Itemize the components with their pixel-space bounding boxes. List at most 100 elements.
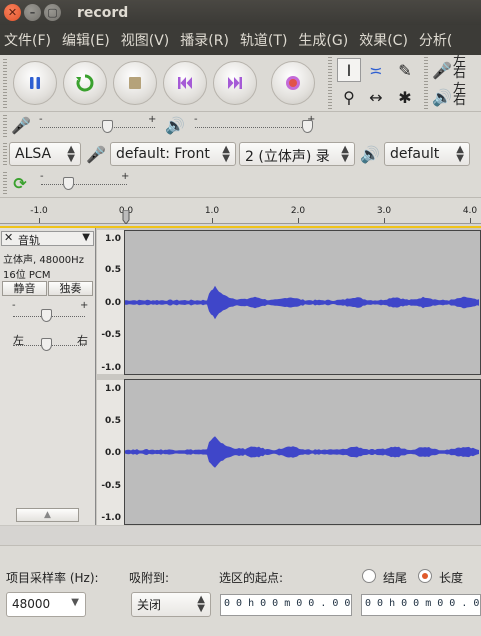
selection-start-time[interactable]: 0 0 h 0 0 m 0 0 . 0 0 0 s	[220, 594, 352, 616]
skip-to-start-button[interactable]	[163, 61, 207, 105]
ruler-tick	[212, 218, 213, 223]
recording-channels-value: 2 (立体声) 录	[245, 149, 330, 165]
track-name-menu[interactable]: 音轨	[18, 232, 40, 248]
record-button[interactable]	[271, 61, 315, 105]
slider-plus: +	[148, 114, 157, 125]
chevron-updown-icon: ▲ ▼	[222, 144, 230, 164]
vertical-scale-upper[interactable]: 1.0 0.5 0.0 -0.5 -1.0	[97, 230, 124, 374]
track-close-button[interactable]: ✕	[4, 231, 13, 244]
scale-label: -0.5	[101, 481, 121, 491]
time-shift-tool-icon[interactable]: ↔	[364, 85, 388, 109]
recording-channels-select[interactable]: 2 (立体声) 录 ▲ ▼	[239, 142, 355, 166]
ruler-tick	[298, 218, 299, 223]
end-radio-label: 结尾	[383, 571, 408, 585]
gain-slider[interactable]	[41, 309, 52, 322]
loop-play-button[interactable]	[63, 61, 107, 105]
menu-effect[interactable]: 效果(C)	[355, 30, 415, 50]
end-radio[interactable]	[362, 569, 376, 583]
menu-view[interactable]: 视图(V)	[117, 30, 177, 50]
snap-to-label: 吸附到:	[129, 571, 170, 585]
skip-end-icon	[228, 77, 242, 89]
transport-toolbar: I ≍ ✎ ⚲ ↔ ✱ 🎤 左 右 🔊 左 右	[0, 55, 481, 112]
length-radio-label: 长度	[439, 571, 464, 585]
toolbar-grip[interactable]	[3, 143, 7, 165]
device-toolbar: ALSA ▲ ▼ 🎤 default: Front ▲ ▼ 2 (立体声) 录 ▲ ▼…	[0, 139, 481, 169]
pause-button[interactable]	[13, 61, 57, 105]
project-rate-select[interactable]: 48000 ▼	[6, 592, 86, 617]
track-format-info: 立体声, 48000Hz	[3, 255, 84, 266]
record-icon	[286, 76, 300, 90]
ruler-tick-label: 1.0	[204, 206, 220, 216]
slider-minus: -	[12, 300, 16, 311]
recording-device-value: default: Front	[116, 146, 210, 162]
play-head-icon[interactable]	[121, 210, 133, 224]
slider-minus: -	[39, 114, 43, 125]
playback-device-select[interactable]: default ▲ ▼	[384, 142, 470, 166]
length-radio[interactable]	[418, 569, 432, 583]
selection-tool-icon[interactable]: I	[337, 58, 361, 82]
playback-device-value: default	[390, 146, 440, 162]
slider-plus: +	[121, 171, 130, 182]
output-volume-slider[interactable]	[302, 120, 313, 133]
recording-device-mic-icon: 🎤	[86, 144, 106, 164]
stop-button[interactable]	[113, 61, 157, 105]
timeline-ruler[interactable]: -1.0 0.0 1.0 2.0 3.0 4.0	[0, 198, 481, 224]
envelope-tool-icon[interactable]: ≍	[364, 58, 388, 82]
draw-tool-icon[interactable]: ✎	[393, 58, 417, 82]
toolbar-grip[interactable]	[424, 57, 428, 111]
scale-label: 1.0	[105, 234, 121, 244]
toolbar-grip[interactable]	[3, 115, 7, 137]
window-title: record	[77, 4, 129, 21]
ruler-tick	[384, 218, 385, 223]
playback-device-speaker-icon: 🔊	[360, 144, 380, 164]
menu-transport[interactable]: 播录(R)	[176, 30, 236, 50]
pause-icon	[30, 77, 40, 89]
play-meter-label: 左 右	[453, 82, 467, 108]
menu-analyze[interactable]: 分析(	[415, 30, 459, 50]
output-volume-speaker-icon: 🔊	[165, 115, 185, 135]
skip-to-end-button[interactable]	[213, 61, 257, 105]
play-meter-speaker-icon[interactable]: 🔊	[430, 85, 454, 109]
pan-slider[interactable]	[41, 338, 52, 351]
ruler-tick-label: 4.0	[462, 206, 478, 216]
solo-button[interactable]: 独奏	[48, 281, 93, 296]
project-rate-value: 48000	[12, 597, 51, 611]
track-bit-depth-info: 16位 PCM	[3, 270, 51, 281]
ruler-tick	[470, 218, 471, 223]
input-volume-mic-icon: 🎤	[11, 115, 31, 135]
minimize-window-button[interactable]: –	[24, 4, 41, 21]
menu-generate[interactable]: 生成(G)	[294, 30, 355, 50]
maximize-window-button[interactable]: ▢	[44, 4, 61, 21]
track-menu-chevron-icon[interactable]: ▼	[82, 232, 90, 243]
track-header: ✕ 音轨 ▼	[1, 231, 94, 248]
vertical-scale-lower[interactable]: 1.0 0.5 0.0 -0.5 -1.0	[97, 380, 124, 525]
menu-tracks[interactable]: 轨道(T)	[236, 30, 294, 50]
close-window-button[interactable]: ✕	[4, 4, 21, 21]
scale-label: 0.0	[105, 448, 121, 458]
play-speed-track	[41, 184, 127, 185]
multi-tool-icon[interactable]: ✱	[393, 85, 417, 109]
record-meter-mic-icon[interactable]: 🎤	[430, 58, 454, 82]
waveform-channel-left[interactable]	[124, 230, 481, 375]
toolbar-grip[interactable]	[3, 59, 7, 109]
waveform-channel-right[interactable]	[124, 379, 481, 525]
scale-label: -1.0	[101, 363, 121, 373]
snap-to-select[interactable]: 关闭 ▲ ▼	[131, 592, 211, 617]
collapse-track-button[interactable]: ▲	[16, 508, 79, 522]
waveform-left-svg	[125, 285, 479, 320]
play-at-speed-icon[interactable]: ⟳	[8, 171, 32, 195]
menu-edit[interactable]: 编辑(E)	[58, 30, 117, 50]
audio-host-select[interactable]: ALSA ▲ ▼	[9, 142, 81, 166]
selection-end-time[interactable]: 0 0 h 0 0 m 0 0 . 0 0 0 s	[361, 594, 481, 616]
toolbar-grip[interactable]	[328, 57, 332, 111]
play-speed-slider[interactable]	[63, 177, 74, 190]
recording-device-select[interactable]: default: Front ▲ ▼	[110, 142, 236, 166]
loop-icon	[76, 74, 94, 92]
zoom-tool-icon[interactable]: ⚲	[337, 85, 361, 109]
track-control-panel: ✕ 音轨 ▼ 立体声, 48000Hz 16位 PCM 静音 独奏 - + 左 …	[0, 228, 96, 525]
toolbar-grip[interactable]	[3, 172, 7, 194]
menu-file[interactable]: 文件(F)	[0, 30, 58, 50]
mute-button[interactable]: 静音	[2, 281, 47, 296]
skip-start-icon	[178, 77, 192, 89]
input-volume-slider[interactable]	[102, 120, 113, 133]
